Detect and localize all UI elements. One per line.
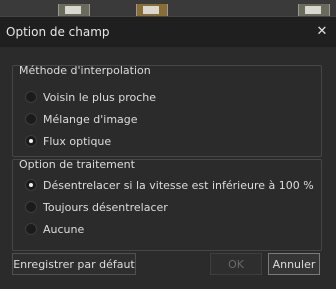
close-icon[interactable]: ✕ [314,24,330,40]
radio-button-selected[interactable] [25,135,37,147]
timeline-clip [58,4,90,16]
background-timeline [0,0,336,16]
radio-button[interactable] [25,201,37,213]
processing-option-always[interactable]: Toujours désentrelacer [25,199,168,215]
dialog-title: Option de champ [6,25,110,39]
option-label: Désentrelacer si la vitesse est inférieu… [43,178,314,192]
interpolation-option-optical-flow[interactable]: Flux optique [25,133,111,149]
ok-button[interactable]: OK [210,253,262,275]
timeline-clip [136,4,168,16]
processing-option-none[interactable]: Aucune [25,221,84,237]
radio-button-selected[interactable] [25,179,37,191]
option-label: Aucune [43,222,85,236]
field-option-dialog: Option de champ ✕ Méthode d'interpolatio… [0,16,336,289]
processing-group: Option de traitement Désentrelacer si la… [12,158,322,251]
timeline-clip [298,4,330,16]
option-label: Toujours désentrelacer [43,200,168,214]
interpolation-option-nearest[interactable]: Voisin le plus proche [25,89,156,105]
processing-group-title: Option de traitement [19,158,135,171]
option-label: Voisin le plus proche [43,90,157,104]
interpolation-group: Méthode d'interpolation Voisin le plus p… [12,64,322,157]
option-label: Mélange d'image [43,112,138,126]
interpolation-group-title: Méthode d'interpolation [19,64,151,77]
dialog-titlebar: Option de champ ✕ [0,17,336,47]
save-default-button[interactable]: Enregistrer par défaut [12,253,136,275]
option-label: Flux optique [43,134,112,148]
interpolation-option-blend[interactable]: Mélange d'image [25,111,138,127]
radio-button[interactable] [25,113,37,125]
radio-button[interactable] [25,91,37,103]
processing-option-deinterlace-slow[interactable]: Désentrelacer si la vitesse est inférieu… [25,177,314,193]
cancel-button[interactable]: Annuler [268,253,320,275]
radio-button[interactable] [25,223,37,235]
